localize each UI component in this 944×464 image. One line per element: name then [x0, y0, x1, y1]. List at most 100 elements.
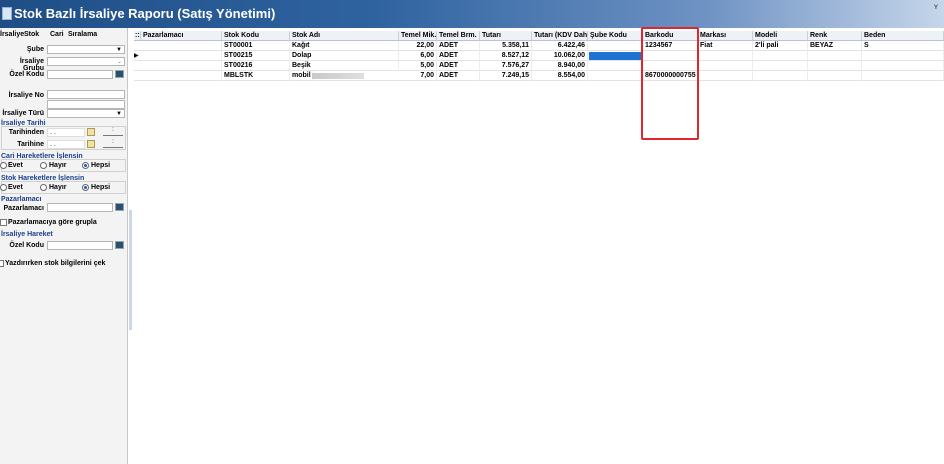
- cell-stok-adi: Kağıt: [292, 41, 399, 51]
- cell-pazarlamaci: [141, 61, 222, 71]
- col-header-beden[interactable]: Beden: [862, 31, 944, 41]
- sube-select[interactable]: ▼: [47, 45, 125, 54]
- ozel-kodu-input[interactable]: [47, 70, 113, 79]
- cell-stok-adi: mobil: [292, 71, 314, 81]
- col-header-modeli[interactable]: Modeli: [753, 31, 808, 41]
- cell-tutari-kdv: 8.940,00: [532, 61, 588, 71]
- calendar-icon[interactable]: [87, 140, 95, 148]
- cell-tutari: 7.576,27: [480, 61, 532, 71]
- cell-renk: [810, 51, 862, 61]
- lookup-icon[interactable]: [115, 203, 124, 211]
- cell-tutari-kdv: 10.062,00: [532, 51, 588, 61]
- tab-cari[interactable]: Cari: [50, 31, 64, 38]
- cell-renk: [810, 71, 862, 81]
- cell-beden: S: [864, 41, 944, 51]
- cell-pazarlamaci: [141, 41, 222, 51]
- cell-renk: [810, 61, 862, 71]
- col-header-stok-adi[interactable]: Stok Adı: [290, 31, 399, 41]
- report-grid: :: Pazarlamacı Stok Kodu Stok Adı Temel …: [134, 27, 944, 464]
- cell-temel-mik: 6,00: [399, 51, 437, 61]
- col-header-markasi[interactable]: Markası: [698, 31, 753, 41]
- stok-evet-radio[interactable]: [0, 184, 7, 191]
- irsaliye-no-input-2[interactable]: [47, 100, 125, 109]
- col-header-temel-mik[interactable]: Temel Mik.: [399, 31, 437, 41]
- tarihinden-time[interactable]: :: [103, 127, 123, 136]
- lookup-icon[interactable]: [115, 70, 124, 78]
- cell-markasi: [700, 71, 753, 81]
- col-header-temel-brm[interactable]: Temel Brm.: [437, 31, 480, 41]
- group-by-checkbox[interactable]: [0, 219, 7, 226]
- irsaliye-grubu-label: İrsaliye Grubu: [19, 58, 44, 72]
- print-stock-checkbox[interactable]: [0, 260, 4, 267]
- tab-stok[interactable]: Stok: [24, 31, 39, 38]
- tarihine-time[interactable]: :: [103, 139, 123, 148]
- calendar-icon[interactable]: [87, 128, 95, 136]
- table-row[interactable]: MBLSTK mobil 7,00 ADET 7.249,15 8.554,00…: [134, 71, 944, 81]
- cell-modeli: [755, 51, 808, 61]
- filter-tabs: İrsaliye Stok Cari Sıralama: [0, 31, 128, 41]
- filter-panel: İrsaliye Stok Cari Sıralama Şube ▼ İrsal…: [0, 28, 128, 464]
- col-header-pazarlamaci[interactable]: Pazarlamacı: [141, 31, 222, 41]
- cell-tutari-kdv: 8.554,00: [532, 71, 588, 81]
- chevron-down-icon: ▼: [116, 111, 122, 117]
- stok-hepsi-radio[interactable]: [82, 184, 89, 191]
- cell-stok-adi: Beşik: [292, 61, 399, 71]
- irsaliye-hareket-section: İrsaliye Hareket: [1, 231, 53, 238]
- table-row[interactable]: ▶ ST00215 Dolap 6,00 ADET 8.527,12 10.06…: [134, 51, 944, 61]
- irsaliye-no-input-1[interactable]: [47, 90, 125, 99]
- cari-evet-radio[interactable]: [0, 162, 7, 169]
- irsaliye-grubu-select[interactable]: ⌄: [47, 57, 125, 66]
- hareket-ozel-kodu-label: Özel Kodu: [9, 242, 44, 249]
- stok-hayir-label: Hayır: [49, 184, 67, 191]
- cell-beden: [864, 51, 944, 61]
- pazarlamaci-input[interactable]: [47, 203, 113, 212]
- ozel-kodu-label: Özel Kodu: [9, 71, 44, 78]
- cell-modeli: 2'li pali: [755, 41, 808, 51]
- cell-modeli: [755, 61, 808, 71]
- tab-irsaliye[interactable]: İrsaliye: [0, 31, 24, 38]
- panel-splitter[interactable]: [129, 210, 132, 330]
- col-header-stok-kodu[interactable]: Stok Kodu: [222, 31, 290, 41]
- tarihinden-input[interactable]: . .: [47, 128, 85, 137]
- table-row[interactable]: ST00001 Kağıt 22,00 ADET 5.358,11 6.422,…: [134, 41, 944, 51]
- cell-temel-brm: ADET: [439, 41, 480, 51]
- cell-stok-kodu: MBLSTK: [224, 71, 290, 81]
- cell-tutari: 7.249,15: [480, 71, 532, 81]
- window-title: Stok Bazlı İrsaliye Raporu (Satış Yöneti…: [14, 6, 276, 21]
- stok-hayir-radio[interactable]: [40, 184, 47, 191]
- group-by-label: Pazarlamacıya göre grupla: [8, 219, 97, 226]
- barkodu-highlight-box: [641, 27, 699, 140]
- titlebar-corner-glyph[interactable]: ʏ: [928, 2, 944, 26]
- hareket-ozel-kodu-input[interactable]: [47, 241, 113, 250]
- col-header-sube-kodu[interactable]: Şube Kodu: [588, 31, 643, 41]
- cell-modeli: [755, 71, 808, 81]
- tarihine-value: . .: [50, 141, 56, 148]
- irsaliye-turu-select[interactable]: ▼: [47, 109, 125, 118]
- group-header-glyph[interactable]: ::: [134, 31, 141, 41]
- irsaliye-no-label: İrsaliye No: [8, 92, 44, 99]
- tarihine-input[interactable]: . .: [47, 140, 85, 149]
- chevron-down-icon: ⌄: [116, 59, 122, 65]
- chevron-down-icon: ▼: [116, 47, 122, 53]
- col-header-renk[interactable]: Renk: [808, 31, 862, 41]
- cari-hepsi-label: Hepsi: [91, 162, 111, 169]
- irsaliye-turu-label: İrsaliye Türü: [2, 110, 44, 117]
- cell-temel-brm: ADET: [439, 61, 480, 71]
- tab-siralama[interactable]: Sıralama: [68, 31, 97, 38]
- cell-stok-adi: Dolap: [292, 51, 399, 61]
- selected-cell[interactable]: [589, 52, 643, 60]
- col-header-tutari[interactable]: Tutarı: [480, 31, 532, 41]
- cell-pazarlamaci: [141, 71, 222, 81]
- cell-markasi: [700, 61, 753, 71]
- cell-pazarlamaci: [141, 51, 222, 61]
- redacted-text: [312, 73, 364, 79]
- sube-label: Şube: [26, 46, 44, 53]
- col-header-tutari-kdv[interactable]: Tutarı (KDV Dahil): [532, 31, 588, 41]
- table-row[interactable]: ST00216 Beşik 5,00 ADET 7.576,27 8.940,0…: [134, 61, 944, 71]
- cell-temel-brm: ADET: [439, 71, 480, 81]
- cari-hayir-radio[interactable]: [40, 162, 47, 169]
- cell-sube-kodu: [590, 71, 643, 81]
- cari-hepsi-radio[interactable]: [82, 162, 89, 169]
- pazarlamaci-label: Pazarlamacı: [3, 205, 44, 212]
- lookup-icon[interactable]: [115, 241, 124, 249]
